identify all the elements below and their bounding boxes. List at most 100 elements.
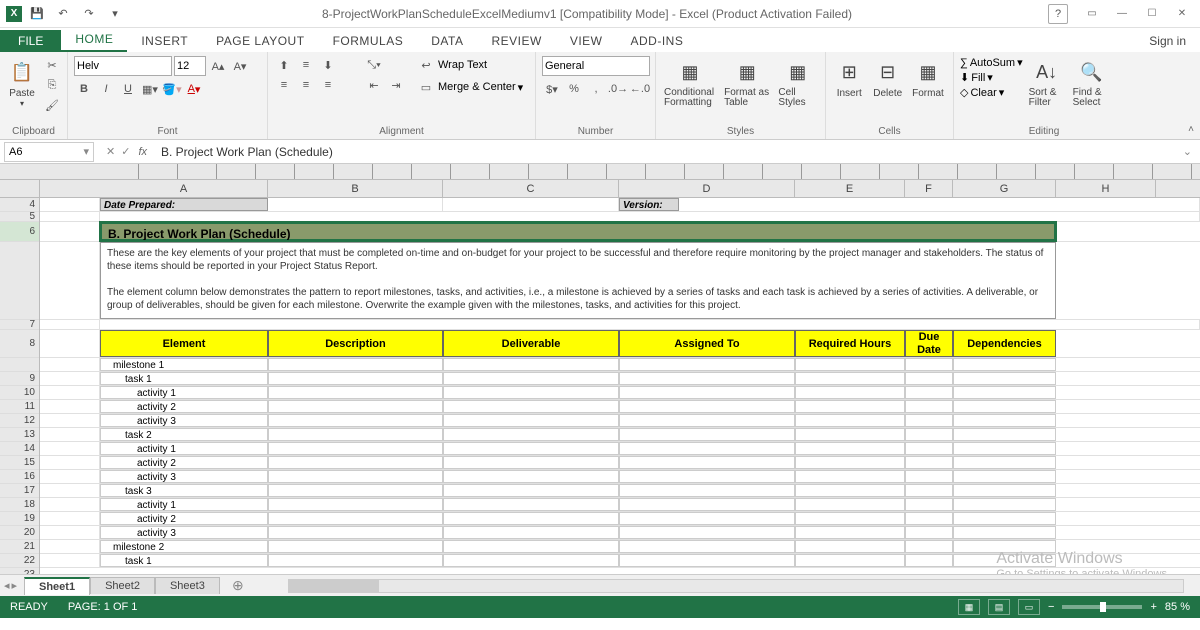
tab-view[interactable]: VIEW [556, 30, 617, 52]
file-tab[interactable]: FILE [0, 30, 61, 52]
save-icon[interactable]: 💾 [26, 3, 48, 25]
row-header[interactable]: 13 [0, 428, 39, 442]
paste-button[interactable]: 📋 Paste ▾ [6, 56, 38, 110]
row-header[interactable]: 14 [0, 442, 39, 456]
decrease-indent-icon[interactable]: ⇤ [364, 76, 384, 94]
normal-view-icon[interactable]: ▦ [958, 599, 980, 615]
close-icon[interactable]: ✕ [1168, 4, 1196, 24]
table-row[interactable]: task 3 [40, 484, 1200, 498]
col-header-c[interactable]: C [443, 180, 619, 197]
increase-font-icon[interactable]: A▴ [208, 57, 228, 75]
page-layout-view-icon[interactable]: ▤ [988, 599, 1010, 615]
increase-indent-icon[interactable]: ⇥ [386, 76, 406, 94]
orientation-icon[interactable]: ⤡▾ [364, 56, 384, 74]
decrease-font-icon[interactable]: A▾ [230, 57, 250, 75]
table-row[interactable]: activity 1 [40, 442, 1200, 456]
table-row[interactable]: activity 1 [40, 386, 1200, 400]
number-format-select[interactable] [542, 56, 650, 76]
cell-styles-button[interactable]: ▦Cell Styles [776, 56, 819, 110]
percent-icon[interactable]: % [564, 80, 584, 98]
cut-icon[interactable]: ✂ [42, 56, 62, 74]
tab-review[interactable]: REVIEW [477, 30, 555, 52]
table-row[interactable]: task 1 [40, 372, 1200, 386]
table-row[interactable] [40, 212, 1200, 222]
fx-icon[interactable]: fx [138, 146, 155, 158]
increase-decimal-icon[interactable]: .0→ [608, 80, 628, 98]
formula-input[interactable]: B. Project Work Plan (Schedule) [155, 145, 1175, 159]
row-header[interactable]: 21 [0, 540, 39, 554]
col-header-f[interactable]: F [905, 180, 953, 197]
grid[interactable]: A B C D E F G H Date Prepared: Version: [40, 180, 1200, 574]
italic-button[interactable]: I [96, 80, 116, 98]
table-row[interactable]: activity 2 [40, 512, 1200, 526]
row-header[interactable]: 11 [0, 400, 39, 414]
row-header[interactable]: 7 [0, 320, 39, 330]
comma-icon[interactable]: , [586, 80, 606, 98]
maximize-icon[interactable]: ☐ [1138, 4, 1166, 24]
table-row[interactable] [40, 320, 1200, 330]
align-right-icon[interactable]: ≡ [318, 76, 338, 94]
currency-icon[interactable]: $▾ [542, 80, 562, 98]
font-size-input[interactable] [174, 56, 206, 76]
find-select-button[interactable]: 🔍Find & Select [1071, 56, 1113, 110]
zoom-in-icon[interactable]: + [1150, 601, 1156, 613]
bold-button[interactable]: B [74, 80, 94, 98]
col-header-h[interactable]: H [1056, 180, 1156, 197]
row-header[interactable]: 20 [0, 526, 39, 540]
font-name-input[interactable] [74, 56, 172, 76]
sheet-tab-2[interactable]: Sheet2 [90, 577, 155, 594]
align-center-icon[interactable]: ≡ [296, 76, 316, 94]
undo-icon[interactable]: ↶ [52, 3, 74, 25]
col-header-g[interactable]: G [953, 180, 1056, 197]
row-header[interactable]: 17 [0, 484, 39, 498]
redo-icon[interactable]: ↷ [78, 3, 100, 25]
col-header-e[interactable]: E [795, 180, 905, 197]
tab-page-layout[interactable]: PAGE LAYOUT [202, 30, 318, 52]
autosum-button[interactable]: ∑ AutoSum ▾ [960, 56, 1023, 69]
row-header[interactable]: 16 [0, 470, 39, 484]
tab-formulas[interactable]: FORMULAS [319, 30, 418, 52]
sheet-tab-3[interactable]: Sheet3 [155, 577, 220, 594]
prev-sheet-icon[interactable]: ◂ [4, 579, 10, 592]
cancel-formula-icon[interactable]: ✕ [106, 145, 115, 158]
table-row[interactable]: milestone 1 [40, 358, 1200, 372]
row-header[interactable]: 6 [0, 222, 39, 242]
sheet-tab-1[interactable]: Sheet1 [24, 577, 90, 595]
minimize-icon[interactable]: — [1108, 4, 1136, 24]
tab-data[interactable]: DATA [417, 30, 477, 52]
zoom-out-icon[interactable]: − [1048, 601, 1054, 613]
fill-color-button[interactable]: 🪣▾ [162, 80, 182, 98]
table-row[interactable]: activity 1 [40, 498, 1200, 512]
copy-icon[interactable]: ⎘ [42, 76, 62, 94]
row-header[interactable]: 15 [0, 456, 39, 470]
clear-button[interactable]: ◇ Clear ▾ [960, 86, 1023, 99]
row-header[interactable]: 12 [0, 414, 39, 428]
new-sheet-button[interactable]: ⊕ [228, 577, 248, 594]
table-row[interactable]: activity 3 [40, 526, 1200, 540]
signin-link[interactable]: Sign in [1135, 30, 1200, 52]
align-top-icon[interactable]: ⬆ [274, 56, 294, 74]
tab-addins[interactable]: ADD-INS [617, 30, 698, 52]
font-color-button[interactable]: A▾ [184, 80, 204, 98]
row-header[interactable]: 8 [0, 330, 39, 358]
row-header[interactable]: 19 [0, 512, 39, 526]
table-row[interactable]: milestone 2 [40, 540, 1200, 554]
page-break-view-icon[interactable]: ▭ [1018, 599, 1040, 615]
row-header[interactable]: 18 [0, 498, 39, 512]
name-box[interactable]: A6▾ [4, 142, 94, 162]
col-header-d[interactable]: D [619, 180, 795, 197]
align-middle-icon[interactable]: ≡ [296, 56, 316, 74]
table-row[interactable]: task 2 [40, 428, 1200, 442]
row-header[interactable]: 9 [0, 372, 39, 386]
table-row[interactable]: activity 3 [40, 414, 1200, 428]
col-header-a[interactable]: A [100, 180, 268, 197]
table-row[interactable]: activity 2 [40, 400, 1200, 414]
table-row[interactable]: task 1 [40, 554, 1200, 568]
merge-center-button[interactable]: ▭Merge & Center ▾ [416, 78, 523, 96]
row-header[interactable]: 4 [0, 198, 39, 212]
help-icon[interactable]: ? [1048, 4, 1068, 24]
qat-customize-icon[interactable]: ▾ [104, 3, 126, 25]
zoom-slider[interactable] [1062, 605, 1142, 609]
row-header[interactable]: 10 [0, 386, 39, 400]
accept-formula-icon[interactable]: ✓ [121, 145, 130, 158]
